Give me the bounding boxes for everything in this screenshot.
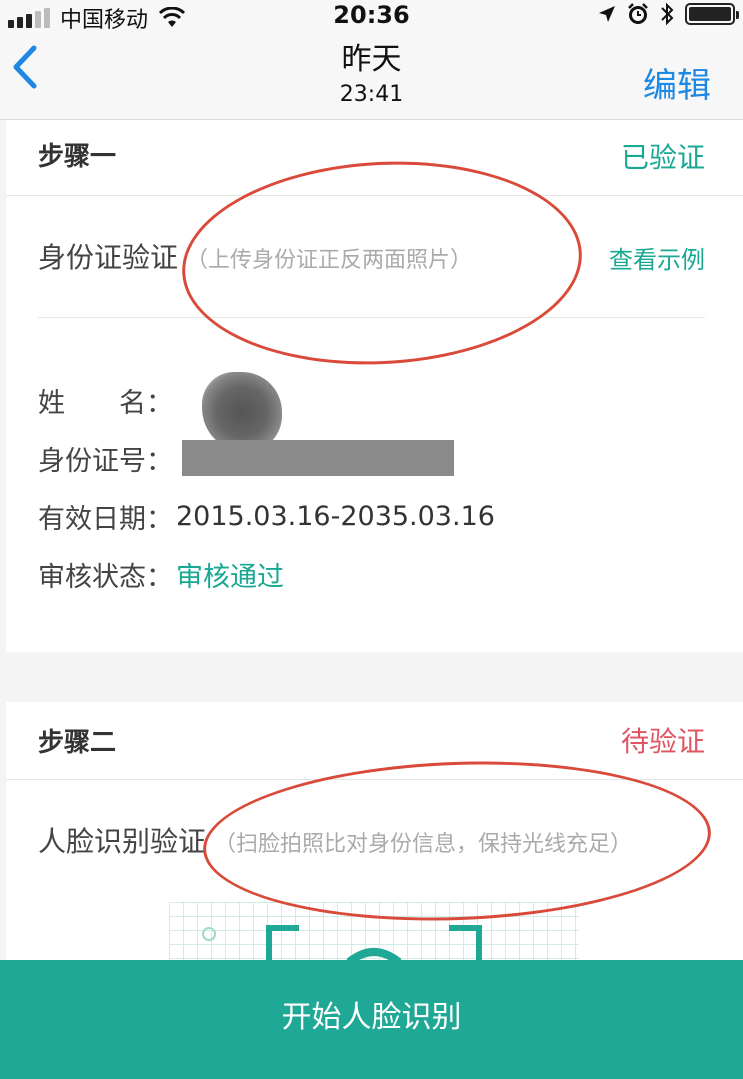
face-verify-label: 人脸识别验证 xyxy=(38,825,207,858)
bluetooth-icon xyxy=(661,2,674,26)
nav-bar: 昨天 23:41 编辑 xyxy=(0,30,743,120)
nav-subtitle: 23:41 xyxy=(339,82,404,107)
valid-date-value: 2015.03.16-2035.03.16 xyxy=(176,500,495,532)
redacted-id-number xyxy=(182,440,454,476)
review-status-row: 审核状态： 审核通过 xyxy=(38,554,284,594)
id-verify-label: 身份证验证 xyxy=(38,241,179,274)
divider xyxy=(38,317,705,318)
name-row: 姓 名： xyxy=(38,380,176,420)
step2-status: 待验证 xyxy=(620,725,705,758)
id-number-row: 身份证号： xyxy=(38,438,176,478)
id-verify-hint: （上传身份证正反两面照片） xyxy=(186,248,473,273)
face-verify-hint: （扫脸拍照比对身份信息，保持光线充足） xyxy=(214,832,633,857)
step2-title: 步骤二 xyxy=(38,728,117,758)
valid-date-key: 有效日期： xyxy=(38,503,173,535)
alarm-icon xyxy=(628,3,648,24)
location-icon xyxy=(599,6,615,22)
id-verify-row: 身份证验证 （上传身份证正反两面照片） 查看示例 xyxy=(38,236,705,276)
edit-button[interactable]: 编辑 xyxy=(643,58,711,107)
name-key: 姓 名： xyxy=(38,387,173,419)
status-bar: 中国移动 20:36 xyxy=(0,0,743,33)
review-status-value: 审核通过 xyxy=(176,561,284,593)
battery-icon xyxy=(685,3,739,25)
step1-status: 已验证 xyxy=(620,141,705,174)
step1-title: 步骤一 xyxy=(38,142,117,172)
valid-date-row: 有效日期： 2015.03.16-2035.03.16 xyxy=(38,496,495,536)
review-status-key: 审核状态： xyxy=(38,561,173,593)
face-verify-row: 人脸识别验证 （扫脸拍照比对身份信息，保持光线充足） xyxy=(38,820,705,860)
view-example-link[interactable]: 查看示例 xyxy=(609,240,705,275)
nav-title: 昨天 xyxy=(341,42,402,77)
start-face-recognition-button[interactable]: 开始人脸识别 xyxy=(0,960,743,1079)
face-scan-illustration xyxy=(169,902,579,962)
face-frame-icon xyxy=(202,925,482,962)
step1-header: 步骤一 已验证 xyxy=(6,120,743,196)
step2-header: 步骤二 待验证 xyxy=(6,702,743,780)
id-number-key: 身份证号： xyxy=(38,445,173,477)
step1-card: 步骤一 已验证 身份证验证 （上传身份证正反两面照片） 查看示例 姓 名： 身份证… xyxy=(6,120,743,652)
